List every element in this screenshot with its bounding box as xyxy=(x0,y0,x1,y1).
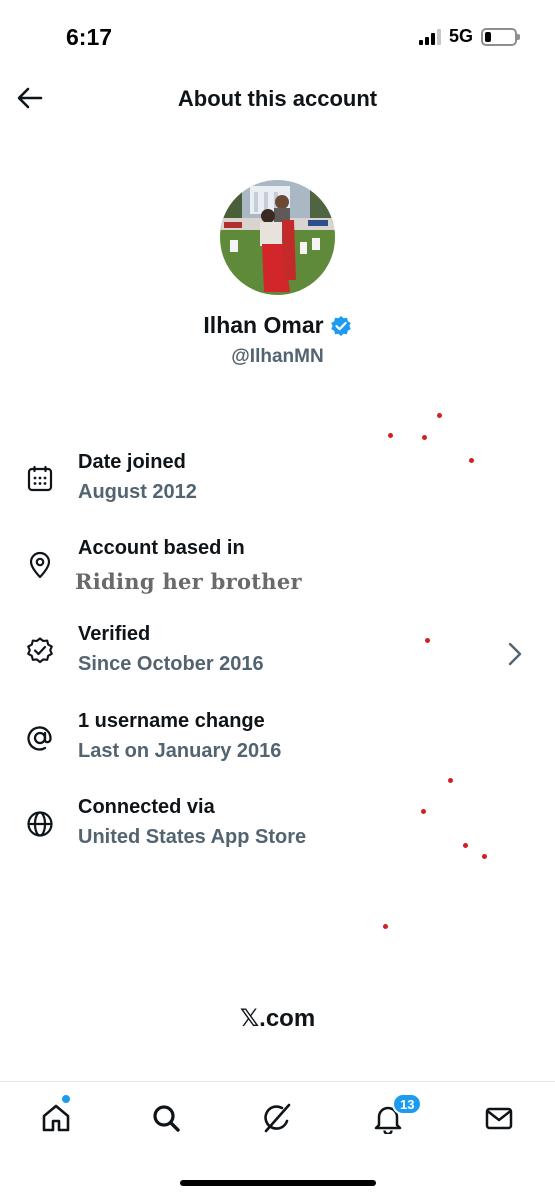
avatar[interactable] xyxy=(220,180,335,295)
notification-badge: 13 xyxy=(392,1093,423,1115)
profile-name: Ilhan Omar xyxy=(203,312,324,338)
info-value: United States App Store xyxy=(78,826,307,848)
status-time: 6:17 xyxy=(66,24,113,50)
verified-seal-icon xyxy=(24,635,56,667)
annotation-dot xyxy=(469,458,474,463)
annotation-dot xyxy=(463,843,468,848)
page-title: About this account xyxy=(177,86,378,111)
annotation-dot xyxy=(448,778,453,783)
info-label: Verified xyxy=(78,623,151,645)
battery-icon xyxy=(481,27,520,46)
info-label: Date joined xyxy=(78,451,186,473)
annotation-dot xyxy=(437,413,442,418)
info-row-connected-via: Connected via United States App Store xyxy=(0,796,555,860)
tab-grok[interactable] xyxy=(255,1098,299,1138)
annotation-dot xyxy=(383,924,388,929)
x-com-link[interactable]: 𝕏.com xyxy=(0,1004,555,1033)
tab-messages[interactable] xyxy=(477,1098,521,1138)
profile-name-row: Ilhan Omar xyxy=(0,312,555,339)
info-label: Account based in xyxy=(78,537,245,559)
info-value: August 2012 xyxy=(78,481,197,503)
verified-badge-icon xyxy=(330,315,351,336)
info-value: Since October 2016 xyxy=(78,653,264,675)
tab-home[interactable] xyxy=(34,1098,78,1138)
annotation-dot xyxy=(422,435,427,440)
info-label: Connected via xyxy=(78,796,215,818)
home-icon xyxy=(42,1104,70,1132)
home-notification-dot xyxy=(62,1095,70,1103)
header: About this account xyxy=(0,72,555,128)
info-value: Last on January 2016 xyxy=(78,740,282,762)
profile-handle: @IlhanMN xyxy=(231,346,324,367)
home-indicator xyxy=(180,1180,376,1186)
mail-icon xyxy=(485,1107,513,1130)
status-bar: 6:17 5G xyxy=(0,0,555,70)
annotation-dot xyxy=(425,638,430,643)
at-sign-icon xyxy=(24,722,56,754)
cellular-signal-icon xyxy=(418,28,441,45)
status-indicators: 5G xyxy=(418,26,520,47)
search-icon xyxy=(153,1105,180,1132)
grok-icon xyxy=(264,1103,291,1133)
location-pin-icon xyxy=(24,549,56,581)
network-type: 5G xyxy=(448,26,473,46)
annotation-dot xyxy=(421,809,426,814)
annotation-dot xyxy=(482,854,487,859)
info-row-account-based-in: Account based in Riding her brother xyxy=(0,537,555,601)
battery-level xyxy=(485,31,492,42)
calendar-icon xyxy=(24,463,56,495)
chevron-right-icon[interactable] xyxy=(505,641,525,667)
tab-search[interactable] xyxy=(144,1098,188,1138)
info-row-verified[interactable]: Verified Since October 2016 xyxy=(0,623,555,687)
avatar-photo xyxy=(220,180,335,295)
info-row-username-change: 1 username change Last on January 2016 xyxy=(0,710,555,774)
globe-icon xyxy=(24,808,56,840)
info-value: Riding her brother xyxy=(75,569,302,594)
annotation-dot xyxy=(388,433,393,438)
info-label: 1 username change xyxy=(78,710,265,732)
